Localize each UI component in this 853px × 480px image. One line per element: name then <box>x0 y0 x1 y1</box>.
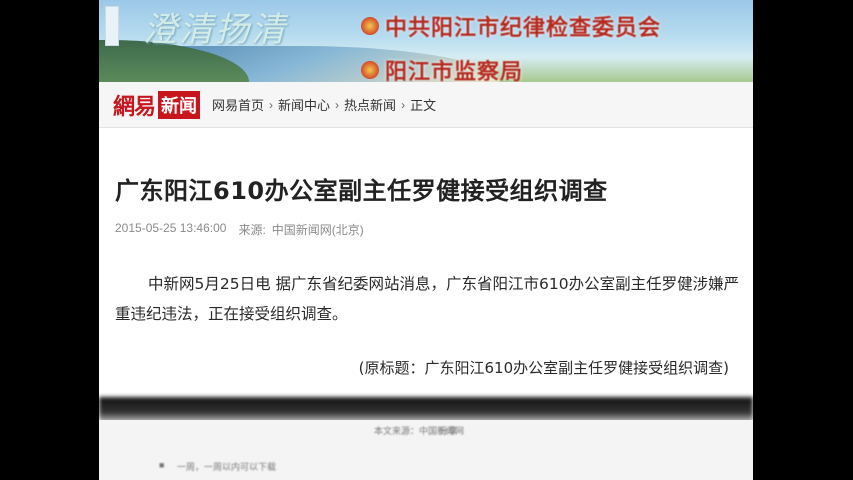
chevron-right-icon: › <box>401 97 406 112</box>
party-emblem-icon <box>361 17 379 35</box>
blurred-share-links[interactable]: 分享 <box>439 424 457 437</box>
article-datetime: 2015-05-25 13:46:00 <box>115 221 227 235</box>
banner-org-line2: 阳江市监察局 <box>361 54 523 82</box>
blurred-bullet-icon: ■ <box>159 460 165 470</box>
article-source: 来源: 中国新闻网(北京) <box>238 221 363 238</box>
article-body: 中新网5月25日电 据广东省纪委网站消息，广东省阳江市610办公室副主任罗健涉嫌… <box>115 275 740 323</box>
original-title-note: (原标题：广东阳江610办公室副主任罗健接受组织调查) <box>358 359 729 377</box>
banner-building-image <box>105 6 119 46</box>
breadcrumb-current: 正文 <box>410 98 437 113</box>
site-nav-bar: 網易 新闻 网易首页 › 新闻中心 › 热点新闻 › 正文 <box>99 82 753 128</box>
breadcrumb-hot-news[interactable]: 热点新闻 <box>344 95 396 114</box>
header-banner: 澄清扬清 中共阳江市纪律检查委员会 阳江市监察局 <box>99 0 753 82</box>
banner-org-line1: 中共阳江市纪律检查委员会 <box>361 10 661 42</box>
breadcrumb-news-center[interactable]: 新闻中心 <box>278 95 330 114</box>
banner-org-line2-text: 阳江市监察局 <box>385 59 524 82</box>
lower-blurred-area: 本文来源：中国新闻网 分享 ■ 一周，一周以内可以下载 <box>99 420 753 480</box>
article-headline: 广东阳江610办公室副主任罗健接受组织调查 <box>115 177 608 205</box>
chevron-right-icon: › <box>335 97 340 112</box>
blurred-list-item[interactable]: 一周，一周以内可以下载 <box>177 460 276 473</box>
banner-org-line1-text: 中共阳江市纪律检查委员会 <box>385 15 662 41</box>
logo-text: 網易 <box>113 93 156 120</box>
netease-news-logo[interactable]: 網易 新闻 <box>113 89 201 121</box>
banner-calligraphy: 澄清扬清 <box>143 10 287 50</box>
video-frame: 澄清扬清 中共阳江市纪律检查委员会 阳江市监察局 網易 新闻 网易首页 › 新闻… <box>99 0 753 480</box>
logo-badge: 新闻 <box>158 90 201 119</box>
article-meta: 2015-05-25 13:46:00 来源: 中国新闻网(北京) <box>115 221 364 238</box>
breadcrumb-home[interactable]: 网易首页 <box>212 95 264 114</box>
source-label: 来源: <box>238 223 266 237</box>
chevron-right-icon: › <box>269 97 274 112</box>
source-link[interactable]: 中国新闻网(北京) <box>272 221 364 238</box>
article: 广东阳江610办公室副主任罗健接受组织调查 2015-05-25 13:46:0… <box>99 129 753 397</box>
breadcrumb: 网易首页 › 新闻中心 › 热点新闻 › 正文 <box>212 95 436 114</box>
national-emblem-icon <box>361 61 379 79</box>
